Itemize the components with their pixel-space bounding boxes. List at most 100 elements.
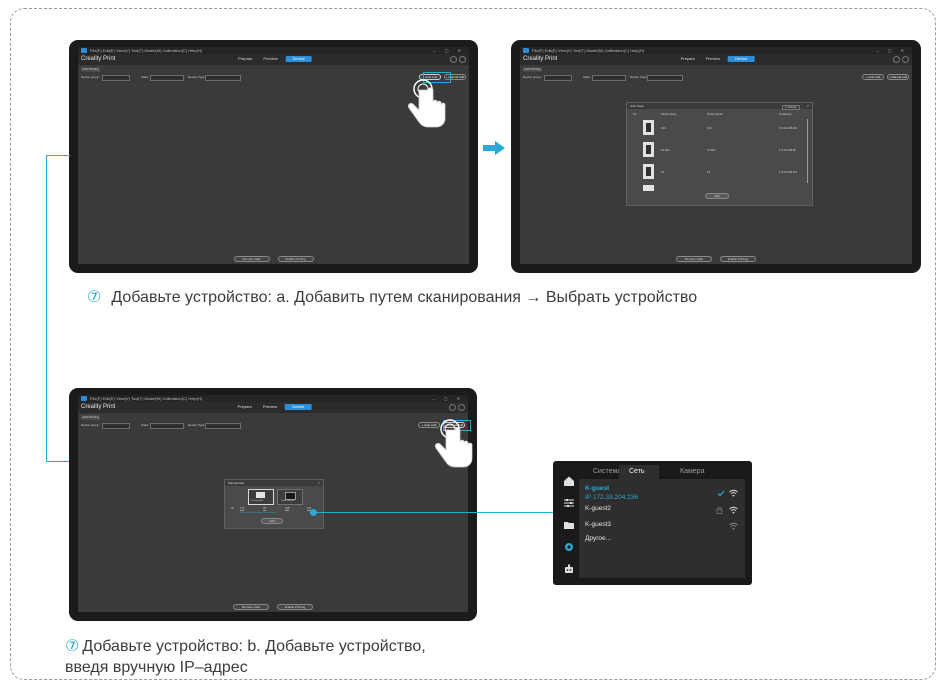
- account-icon[interactable]: [449, 404, 456, 411]
- tab-lan-printing[interactable]: LAN Printing: [81, 415, 100, 420]
- type-select[interactable]: [647, 75, 683, 81]
- list-item[interactable]: K-guest2: [579, 503, 745, 517]
- title-bar: Creality Print Prepare Preview Device: [78, 54, 469, 65]
- tab-system[interactable]: Система: [593, 468, 621, 475]
- network-name: K-guest2: [585, 505, 612, 512]
- manual-add-dialog: Manual Add × Creality WiFi Open CB Box I…: [224, 479, 324, 529]
- title-bar: Creality Print Prepare Preview Device: [78, 402, 468, 413]
- sliders-icon[interactable]: [563, 497, 575, 509]
- state-label: State:: [141, 423, 149, 427]
- app-screen: File(F) Edit(E) View(V) Tool(T) Model(M)…: [78, 395, 471, 612]
- list-item[interactable]: K-guest IP 172.33.204.236: [579, 483, 745, 503]
- monitor-icon: [256, 492, 265, 498]
- pointing-hand-icon: [407, 79, 446, 128]
- tab-preview[interactable]: Preview: [260, 404, 280, 410]
- app-screen: File(F) Edit(E) View(V) Tool(T) Model(M)…: [520, 47, 912, 264]
- tab-preview[interactable]: Preview: [703, 56, 723, 62]
- list-scrollbar[interactable]: [807, 119, 808, 183]
- menu-bar: File(F) Edit(E) View(V) Tool(T) Model(M)…: [78, 47, 469, 54]
- pointing-hand-icon: [434, 419, 473, 468]
- window-controls[interactable]: – ▢ ✕: [433, 48, 465, 53]
- mode-tabs: Prepare Preview Device: [235, 56, 312, 62]
- option-cb-box[interactable]: Open CB Box: [277, 489, 303, 505]
- tab-prepare[interactable]: Prepare: [235, 56, 255, 62]
- group-label: Device group:: [81, 75, 100, 79]
- menu-items[interactable]: File(F) Edit(E) View(V) Tool(T) Model(M)…: [90, 48, 202, 53]
- enable-printing-button[interactable]: Enable Printing: [277, 604, 313, 610]
- enable-printing-button[interactable]: Enable Printing: [277, 256, 314, 262]
- type-label: Device Type:: [188, 75, 206, 79]
- tab-device[interactable]: Device: [285, 404, 312, 410]
- account-icon[interactable]: [893, 56, 900, 63]
- caption-auto-add: ⑦ Добавьте устройство: a. Добавить путем …: [87, 287, 697, 308]
- enable-printing-button[interactable]: Enable Printing: [720, 256, 756, 262]
- connector-line: [46, 461, 70, 462]
- tab-preview[interactable]: Preview: [260, 56, 280, 62]
- settings-icon[interactable]: [458, 404, 465, 411]
- wifi-icon: [729, 506, 738, 514]
- tab-camera[interactable]: Камера: [680, 468, 704, 475]
- tab-lan-printing[interactable]: LAN Printing: [81, 67, 100, 72]
- state-select[interactable]: [150, 75, 184, 81]
- add-button[interactable]: Add: [261, 518, 283, 524]
- home-icon[interactable]: [563, 475, 575, 487]
- lock-icon: [716, 506, 723, 514]
- list-item[interactable]: K1C K1C 172.20.208.200: [627, 117, 805, 139]
- arrow-right-icon: [483, 141, 505, 155]
- state-select[interactable]: [150, 423, 184, 429]
- close-icon[interactable]: ×: [318, 480, 320, 486]
- step-number: ⑦: [65, 638, 80, 655]
- refresh-button[interactable]: ↻ Refresh: [782, 104, 800, 110]
- menu-items[interactable]: File(F) Edit(E) View(V) Tool(T) Model(M)…: [90, 396, 202, 401]
- remote-calls-button[interactable]: Remote Calls: [233, 604, 269, 610]
- tab-prepare[interactable]: Prepare: [678, 56, 698, 62]
- list-item[interactable]: K-guest3: [579, 517, 745, 531]
- group-select[interactable]: [102, 75, 130, 81]
- ip-octet-1[interactable]: 172: [240, 507, 245, 511]
- state-select[interactable]: [592, 75, 626, 81]
- list-item[interactable]: K1 K1 172.20.208.221: [627, 161, 805, 183]
- tab-device[interactable]: Device: [728, 56, 755, 62]
- remote-calls-button[interactable]: Remote Calls: [233, 256, 270, 262]
- list-item[interactable]: Другое...: [579, 531, 745, 545]
- settings-icon[interactable]: [902, 56, 909, 63]
- device-name: K1C: [661, 127, 667, 130]
- type-label: Device Type:: [188, 423, 206, 427]
- gear-icon[interactable]: [563, 541, 575, 553]
- window-controls[interactable]: – ▢ ✕: [432, 396, 464, 401]
- folder-icon[interactable]: [563, 519, 575, 531]
- network-name: K-guest3: [585, 521, 612, 528]
- tab-device[interactable]: Device: [285, 56, 312, 62]
- auto-scan-dialog: Auto Scan ↻ Refresh × All Device Name Pr…: [626, 102, 813, 206]
- remote-calls-button[interactable]: Remote Calls: [676, 256, 712, 262]
- robot-icon[interactable]: [563, 563, 575, 575]
- printer-sidebar: [560, 467, 579, 578]
- settings-icon[interactable]: [459, 56, 466, 63]
- type-select[interactable]: [205, 423, 241, 429]
- auto-add-button[interactable]: + Auto Add: [862, 74, 884, 80]
- printer-model: K1C: [707, 127, 713, 130]
- close-icon[interactable]: ×: [807, 103, 809, 109]
- group-select[interactable]: [102, 423, 130, 429]
- tab-network[interactable]: Сеть: [629, 468, 645, 475]
- manual-add-button[interactable]: + Manual Add: [887, 74, 909, 80]
- add-button[interactable]: Add: [705, 193, 729, 199]
- title-bar: Creality Print Prepare Preview Device: [520, 54, 912, 65]
- list-item[interactable]: K1 Max K1 Max 172.20.208.58: [627, 139, 805, 161]
- network-list: K-guest IP 172.33.204.236 K-guest2 K-gue…: [579, 479, 745, 578]
- option-creality-wifi[interactable]: Creality WiFi: [248, 489, 274, 505]
- type-select[interactable]: [205, 75, 241, 81]
- box-icon: [285, 492, 296, 500]
- ip-octet-2[interactable]: 20: [263, 507, 266, 511]
- ip-octet-3[interactable]: 208: [285, 507, 290, 511]
- menu-items[interactable]: File(F) Edit(E) View(V) Tool(T) Model(M)…: [532, 48, 644, 53]
- group-select[interactable]: [544, 75, 572, 81]
- account-icon[interactable]: [450, 56, 457, 63]
- ip-address: 172.20.208.200: [779, 127, 798, 130]
- tab-lan-printing[interactable]: LAN Printing: [523, 67, 542, 72]
- connector-line: [46, 155, 70, 156]
- ip-label: IP: [231, 507, 234, 510]
- ip-note: Please enter the IP address of the devic…: [239, 512, 276, 514]
- tab-prepare[interactable]: Prepare: [235, 404, 255, 410]
- window-controls[interactable]: – ▢ ✕: [876, 48, 908, 53]
